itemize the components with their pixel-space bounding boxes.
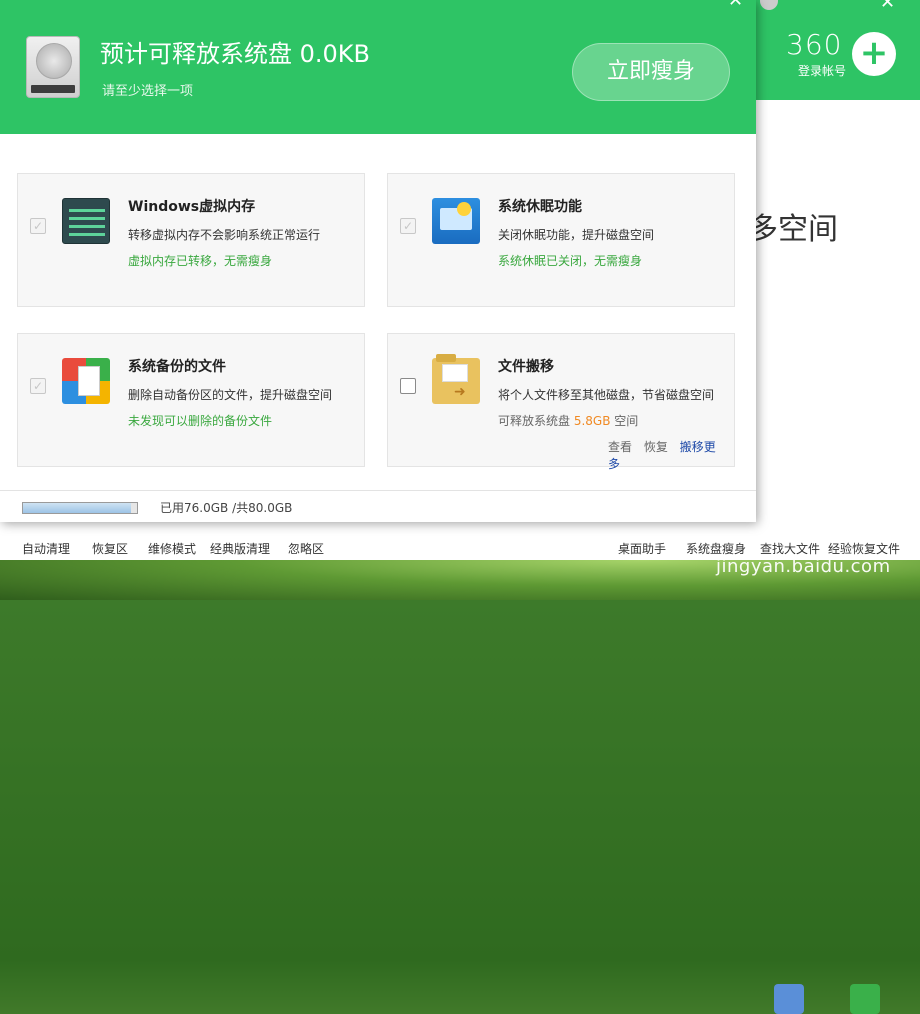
folder-move-icon: ➜ (432, 354, 480, 404)
card-description: 转移虚拟内存不会影响系统正常运行 (128, 228, 321, 242)
card-virtual-memory: ✓ Windows虚拟内存 转移虚拟内存不会影响系统正常运行 虚拟内存已转移，无… (17, 173, 365, 307)
card-system-backup: ✓ 系统备份的文件 删除自动备份区的文件，提升磁盘空间 未发现可以删除的备份文件 (17, 333, 365, 467)
tool-find-large-files[interactable]: 查找大文件 (760, 540, 820, 557)
tool-repair-mode[interactable]: 维修模式 (148, 540, 196, 557)
card-description: 删除自动备份区的文件，提升磁盘空间 (128, 388, 333, 402)
card-title: 文件搬移 (498, 359, 554, 375)
partial-heading: 多空间 (748, 212, 838, 247)
dialog-title: 预计可释放系统盘 0.0KB (100, 40, 370, 68)
disk-usage-fill (23, 503, 132, 513)
virtual-memory-checkbox[interactable]: ✓ (30, 218, 46, 234)
restore-link[interactable]: 恢复 (644, 440, 668, 454)
card-file-move: ➜ 文件搬移 将个人文件移至其他磁盘，节省磁盘空间 可释放系统盘 5.8GB 空… (387, 333, 735, 471)
find-large-files-icon[interactable] (774, 984, 804, 1014)
card-title: 系统备份的文件 (128, 359, 226, 375)
recover-files-icon[interactable] (850, 984, 880, 1014)
close-icon[interactable]: ✕ (880, 0, 895, 13)
tool-classic-clean[interactable]: 经典版清理 (210, 540, 270, 557)
watermark-site: jingyan.baidu.com (716, 556, 891, 577)
tool-recovery-zone[interactable]: 恢复区 (92, 540, 128, 557)
card-status: 可释放系统盘 5.8GB 空间 (498, 412, 638, 429)
card-status: 系统休眠已关闭，无需瘦身 (498, 254, 643, 268)
memory-icon (62, 198, 110, 244)
status-prefix: 可释放系统盘 (498, 414, 571, 428)
dialog-subtitle: 请至少选择一项 (102, 84, 194, 99)
tool-ignore-zone[interactable]: 忽略区 (288, 540, 324, 557)
minimize-icon[interactable] (760, 0, 778, 10)
view-link[interactable]: 查看 (608, 440, 632, 454)
tool-desktop-assistant[interactable]: 桌面助手 (618, 540, 666, 557)
system-disk-slim-dialog: ✕ 预计可释放系统盘 0.0KB 请至少选择一项 立即瘦身 ✓ Windows虚… (0, 0, 756, 522)
disk-usage-text: 已用76.0GB /共80.0GB (160, 501, 293, 515)
login-account-link[interactable]: 登录帐号 (798, 62, 846, 79)
file-move-checkbox[interactable] (400, 378, 416, 394)
card-status: 未发现可以删除的备份文件 (128, 414, 273, 428)
slim-now-button[interactable]: 立即瘦身 (572, 43, 730, 101)
dialog-footer: 已用76.0GB /共80.0GB (0, 490, 756, 522)
system-backup-checkbox[interactable]: ✓ (30, 378, 46, 394)
card-description: 关闭休眠功能，提升磁盘空间 (498, 228, 655, 242)
dialog-header: ✕ 预计可释放系统盘 0.0KB 请至少选择一项 立即瘦身 (0, 0, 756, 134)
tool-recover-files[interactable]: 经验恢复文件 (828, 540, 900, 557)
disk-usage-bar (22, 502, 138, 514)
dialog-close-icon[interactable]: ✕ (728, 0, 743, 11)
card-status: 虚拟内存已转移，无需瘦身 (128, 254, 273, 268)
card-links: 查看 恢复 搬移更多 (608, 438, 734, 472)
status-suffix: 空间 (614, 414, 639, 428)
card-description: 将个人文件移至其他磁盘，节省磁盘空间 (498, 388, 715, 402)
backup-files-icon (62, 358, 110, 404)
hibernation-checkbox[interactable]: ✓ (400, 218, 416, 234)
logo-360-icon: 360 (786, 28, 843, 61)
tool-auto-clean[interactable]: 自动清理 (22, 540, 70, 557)
tool-system-disk-slim[interactable]: 系统盘瘦身 (686, 540, 746, 557)
card-title: 系统休眠功能 (498, 199, 582, 215)
card-title: Windows虚拟内存 (128, 199, 256, 215)
hard-disk-icon (26, 36, 80, 98)
status-value: 5.8GB (573, 414, 611, 428)
sleep-monitor-icon (432, 198, 480, 244)
card-hibernation: ✓ 系统休眠功能 关闭休眠功能，提升磁盘空间 系统休眠已关闭，无需瘦身 (387, 173, 735, 307)
add-plus-icon[interactable]: + (852, 32, 896, 76)
